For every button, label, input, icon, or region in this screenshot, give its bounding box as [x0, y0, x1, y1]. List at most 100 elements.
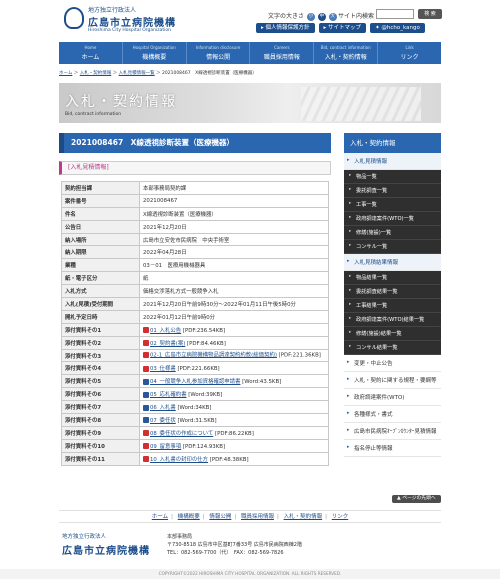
attachment-row: 添付資料その3 02-1_広島市立病院機構物品調達契約約款(総価契約) [PDF:… — [61, 348, 329, 363]
site-logo[interactable]: 地方独立行政法人 広島市立病院機構 Hiroshima City Hospita… — [64, 5, 184, 35]
attachment-link[interactable]: 08_委任状の作成について — [150, 431, 213, 437]
privacy-policy-button[interactable]: ▸ 個人情報保護方針 — [256, 23, 315, 33]
sidebar-item[interactable]: 入札見積結果情報 — [344, 254, 441, 271]
gnav-jp: 職員採用情報 — [263, 54, 300, 61]
gnav-careers[interactable]: Careers 職員採用情報 — [250, 42, 315, 64]
attachment-row: 添付資料その10 09_留意事項 [PDF:124.93KB] — [61, 438, 329, 453]
footer-office: 本部事務局 — [167, 534, 193, 540]
sidebar-subitem[interactable]: 物品結果一覧 — [344, 271, 441, 285]
sidebar-subitem[interactable]: 工事一覧 — [344, 198, 441, 212]
pdf-file-icon — [143, 340, 149, 347]
attachment-key: 添付資料その1 — [61, 322, 140, 337]
attachment-link[interactable]: 02-1_広島市立病院機構物品調達契約約款(総価契約) — [150, 352, 277, 358]
banner-subtitle: Bid, contract information — [65, 112, 122, 117]
pdf-file-icon — [143, 456, 149, 463]
row-value: 2021年12月20日 — [139, 219, 329, 234]
attachment-key: 添付資料その10 — [61, 438, 140, 453]
font-size-small-button[interactable]: 小 — [306, 12, 315, 21]
gnav-jp: 機構概要 — [142, 54, 167, 61]
sidebar-subitem[interactable]: 物品一覧 — [344, 170, 441, 184]
table-row: 業種 03－01 医療用機械器具 — [61, 258, 329, 273]
gnav-link[interactable]: Link リンク — [378, 42, 441, 64]
table-row: 開札予定日時 2022年01月12日午前9時0分 — [61, 309, 329, 324]
sidebar-item[interactable]: 入札・契約に関する規程・要綱等 — [344, 372, 441, 389]
attachment-value: 05_応札確約書 [Word:39KB] — [139, 387, 329, 402]
attachment-key: 添付資料その2 — [61, 335, 140, 350]
sidebar-subitem[interactable]: 政府調達案件(WTO)結果一覧 — [344, 313, 441, 327]
gnav-home[interactable]: Home ホーム — [59, 42, 123, 64]
footer-link-disclosure[interactable]: 情報公開 — [209, 514, 231, 520]
sidebar-subitem[interactable]: コンサル一覧 — [344, 240, 441, 254]
attachment-value: 10_入札書の封印の仕方 [PDF:48.38KB] — [139, 451, 329, 466]
sidebar-list: 入札見積情報物品一覧委託調査一覧工事一覧政府調達案件(WTO)一覧修繕(施設)一… — [344, 153, 441, 457]
attachment-value: 04_一般競争入札参加資格確認申請書 [Word:43.5KB] — [139, 374, 329, 389]
sidebar-item[interactable]: 広島市民病院ｵｰﾌﾟﾝｶｳﾝﾀｰ見積情報 — [344, 423, 441, 440]
footer-link-careers[interactable]: 職員採用情報 — [241, 514, 274, 520]
gnav-organization[interactable]: Hospital Organization 機構概要 — [123, 42, 187, 64]
section-title: [入札見積情報] — [59, 161, 331, 175]
pdf-file-icon — [143, 327, 149, 334]
attachment-row: 添付資料その1 01_入札公告 [PDF:236.54KB] — [61, 322, 329, 337]
table-row: 件名 X線透視診断装置（医療機器） — [61, 206, 329, 221]
sidebar-item[interactable]: 各種様式・書式 — [344, 406, 441, 423]
attachment-link[interactable]: 09_留意事項 — [150, 444, 181, 450]
attachment-link[interactable]: 01_入札公告 — [150, 328, 181, 334]
font-size-medium-button[interactable]: 中 — [317, 12, 326, 21]
attachment-link[interactable]: 02_契約書(案) — [150, 341, 185, 347]
sitemap-button[interactable]: ▸ サイトマップ — [318, 23, 367, 33]
attachment-key: 添付資料その3 — [61, 348, 140, 363]
attachment-link[interactable]: 10_入札書の封印の仕方 — [150, 457, 208, 463]
gnav-en: Hospital Organization — [132, 45, 176, 50]
page-banner: 入札・契約情報 Bid, contract information — [59, 83, 441, 123]
header-links: ▸ 個人情報保護方針 ▸ サイトマップ ✦ @hcho_kango — [256, 23, 425, 33]
gnav-bid-contract[interactable]: Bid, contract information 入札・契約情報 — [314, 42, 379, 64]
breadcrumb: ホーム ＞ 入札・契約情報 ＞ 入札見積情報一覧 ＞ 2021008467 X線… — [59, 71, 257, 76]
sidebar-item[interactable]: 指名停止等情報 — [344, 440, 441, 457]
word-file-icon — [143, 417, 149, 424]
logo-line3: Hiroshima City Hospital Organization — [88, 28, 171, 33]
attachment-link[interactable]: 06_入札書 — [150, 405, 176, 411]
page-title: 2021008467 X線透視診断装置（医療機器） — [59, 133, 331, 153]
global-nav: Home ホーム Hospital Organization 機構概要 Inform… — [59, 42, 441, 64]
attachment-link[interactable]: 07_委任状 — [150, 418, 176, 424]
sidebar-subitem[interactable]: コンサル結果一覧 — [344, 341, 441, 355]
sidebar-subitem[interactable]: 修繕(施設)結果一覧 — [344, 327, 441, 341]
sidebar-subitem[interactable]: 修繕(施設)一覧 — [344, 226, 441, 240]
sidebar-subitem[interactable]: 政府調達案件(WTO)一覧 — [344, 212, 441, 226]
attachment-row: 添付資料その2 02_契約書(案) [PDF:84.46KB] — [61, 335, 329, 350]
font-size-large-button[interactable]: 大 — [328, 12, 337, 21]
breadcrumb-link[interactable]: 入札見積情報一覧 — [119, 71, 155, 76]
sidebar-item[interactable]: 入札見積情報 — [344, 153, 441, 170]
attachment-link[interactable]: 03_仕様書 — [150, 366, 176, 372]
footer-address: 〒730-8518 広島市中区基町7番33号 広島市民病院西棟2階 — [167, 542, 302, 548]
footer-link-bid-contract[interactable]: 入札・契約情報 — [284, 514, 323, 520]
sidebar-subitem[interactable]: 委託調査一覧 — [344, 184, 441, 198]
breadcrumb-link[interactable]: ホーム — [59, 71, 72, 76]
page-top-button[interactable]: ▲ ページの先頭へ — [392, 495, 441, 503]
footer-link-link[interactable]: リンク — [332, 514, 349, 520]
sidebar-item[interactable]: 政府調達案件(WTO) — [344, 389, 441, 406]
attachment-meta: [Word:39KB] — [188, 392, 223, 399]
sidebar-subitem[interactable]: 委託調査結果一覧 — [344, 285, 441, 299]
gnav-en: Link — [405, 45, 414, 50]
attachment-value: 03_仕様書 [PDF:221.66KB] — [139, 361, 329, 376]
breadcrumb-link[interactable]: 入札・契約情報 — [80, 71, 112, 76]
attachment-meta: [PDF:236.54KB] — [182, 327, 226, 334]
word-file-icon — [143, 404, 149, 411]
table-row: 入札方式 価格交渉落札方式一般競争入札 — [61, 284, 329, 299]
footer-link-organization[interactable]: 機構概要 — [178, 514, 200, 520]
sidebar-subitem[interactable]: 工事結果一覧 — [344, 299, 441, 313]
attachment-link[interactable]: 05_応札確約書 — [150, 392, 187, 398]
row-key: 納入場所 — [61, 232, 140, 247]
privacy-policy-label: 個人情報保護方針 — [265, 25, 310, 31]
twitter-button[interactable]: ✦ @hcho_kango — [370, 23, 425, 33]
font-size-control: 文字の大きさ 小 中 大 — [268, 11, 337, 21]
search-input[interactable] — [376, 9, 414, 19]
search-button[interactable]: 検 索 — [418, 9, 442, 19]
footer-link-home[interactable]: ホーム — [152, 514, 168, 520]
row-value: 2022年01月12日午前9時0分 — [139, 309, 329, 324]
row-value: 2021年12月20日午前9時30分～2022年01月11日午後5時0分 — [139, 297, 329, 311]
sidebar-item[interactable]: 変更・中止公告 — [344, 355, 441, 372]
gnav-disclosure[interactable]: Information disclosure 情報公開 — [187, 42, 251, 64]
attachment-link[interactable]: 04_一般競争入札参加資格確認申請書 — [150, 379, 240, 385]
